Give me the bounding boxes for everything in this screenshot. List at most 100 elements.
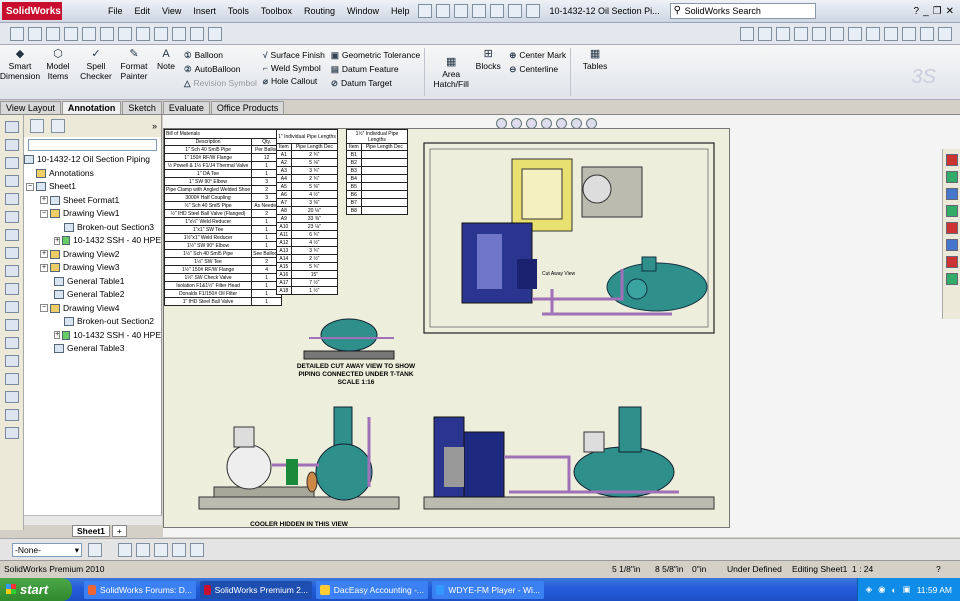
toolbar-icon[interactable] xyxy=(758,26,772,41)
tab-view-layout[interactable]: View Layout xyxy=(0,101,61,114)
start-button[interactable]: start xyxy=(0,578,72,601)
close-icon[interactable]: ✕ xyxy=(946,6,954,17)
layer-properties-icon[interactable] xyxy=(88,542,102,557)
length-row[interactable]: A12 4 ½" xyxy=(276,238,339,247)
bom-row[interactable]: 1"x½" Weld Reducer 1 xyxy=(163,217,283,226)
tool-icon[interactable] xyxy=(4,283,19,295)
length-row[interactable]: A11 6 ¾" xyxy=(276,230,339,239)
file-explorer-icon[interactable] xyxy=(945,188,958,200)
traffic-light-icon[interactable] xyxy=(525,4,540,18)
length-row[interactable]: A10 23 ⅛" xyxy=(276,222,339,231)
menu-tools[interactable]: Tools xyxy=(222,0,255,23)
toolbar-icon[interactable] xyxy=(10,26,24,41)
bom-row[interactable]: ½ Powell & 1½ F1/J4 Thermal Valve 1 xyxy=(163,161,283,170)
length-row[interactable]: A9 33 ⅜" xyxy=(276,214,339,223)
tool-icon[interactable] xyxy=(4,247,19,259)
line-color-icon[interactable] xyxy=(118,542,132,557)
length-row[interactable]: B7 xyxy=(346,198,409,207)
bom-row[interactable]: 3000# Half Coupling 3 xyxy=(163,193,283,202)
balloon-button[interactable]: ① Balloon xyxy=(184,50,257,61)
surface-finish-button[interactable]: √ Surface Finish xyxy=(263,50,325,60)
tray-icon[interactable]: ◈ xyxy=(866,584,873,595)
toolbar-icon[interactable] xyxy=(830,26,844,41)
tree-drawing-view4[interactable]: − Drawing View4 xyxy=(24,302,161,316)
collapse-icon[interactable]: − xyxy=(40,209,48,218)
appearances-icon[interactable] xyxy=(945,239,958,251)
taskbar-item-solidworks[interactable]: SolidWorks Premium 2... xyxy=(200,580,312,599)
tables-button[interactable]: ▦ Tables xyxy=(577,48,613,71)
length-row[interactable]: A3 3 ¾" xyxy=(276,166,339,175)
tree-general-table1[interactable]: General Table1 xyxy=(24,275,161,289)
select-icon[interactable] xyxy=(507,4,522,18)
clock[interactable]: 11:59 AM xyxy=(917,585,952,595)
toolbar-icon[interactable] xyxy=(812,26,826,41)
forum-icon[interactable] xyxy=(945,273,958,285)
bom-row[interactable]: 1"x1" SW Tee 1 xyxy=(163,225,283,234)
tool-icon[interactable] xyxy=(4,193,19,205)
save-icon[interactable] xyxy=(453,4,468,18)
toolbar-icon[interactable] xyxy=(776,26,790,41)
toolbar-icon[interactable] xyxy=(28,26,42,41)
detail-view[interactable] xyxy=(294,313,414,363)
toolbar-icon[interactable] xyxy=(118,26,132,41)
taskbar-item-player[interactable]: WDYE-FM Player - Wi... xyxy=(432,580,544,599)
bom-row[interactable]: Pipe Clamp with Angled Welded Shoe 2 xyxy=(163,185,283,194)
line-thickness-icon[interactable] xyxy=(136,542,150,557)
length-row[interactable]: B5 xyxy=(346,182,409,191)
collapse-icon[interactable]: − xyxy=(26,182,34,191)
bom-row[interactable]: 1½" SW Tee 2 xyxy=(163,257,283,266)
layer-select[interactable]: -None- xyxy=(12,542,82,557)
tree-drawing-view1[interactable]: − Drawing View1 xyxy=(24,207,161,221)
menu-edit[interactable]: Edit xyxy=(129,0,157,23)
toolbar-icon[interactable] xyxy=(208,26,222,41)
length-row[interactable]: A13 3 ¾" xyxy=(276,246,339,255)
pipe-length-table-1[interactable]: 1" Individual Pipe Lengths Item Pipe Leng… xyxy=(276,129,339,295)
length-row[interactable]: A17 7 ½" xyxy=(276,278,339,287)
tool-icon[interactable] xyxy=(4,391,19,403)
toolbar-icon[interactable] xyxy=(938,26,952,41)
drawing-view-top[interactable]: Cut Away View xyxy=(422,139,722,339)
tree-filter-input[interactable] xyxy=(28,139,157,151)
expand-icon[interactable]: + xyxy=(40,250,48,259)
toolbar-icon[interactable] xyxy=(172,26,186,41)
tool-icon[interactable] xyxy=(4,211,19,223)
menu-help[interactable]: Help xyxy=(385,0,416,23)
line-style-icon[interactable] xyxy=(154,542,168,557)
menu-view[interactable]: View xyxy=(156,0,187,23)
volume-icon[interactable]: ◐ xyxy=(892,585,897,595)
toolbar-icon[interactable] xyxy=(848,26,862,41)
autoballoon-button[interactable]: ② AutoBalloon xyxy=(184,64,257,75)
tool-icon[interactable] xyxy=(4,121,19,133)
length-row[interactable]: B2 xyxy=(346,158,409,167)
length-row[interactable]: B4 xyxy=(346,174,409,183)
tool-icon[interactable] xyxy=(4,229,19,241)
length-row[interactable]: A8 20 ⅛" xyxy=(276,206,339,215)
bom-row[interactable]: Donalds F1/150# Oil Filter 1 xyxy=(163,289,283,298)
length-row[interactable]: A18 1 ½" xyxy=(276,286,339,295)
sheet-scale[interactable]: 1 : 24 xyxy=(852,564,873,574)
format-painter-button[interactable]: ✎ Format Painter xyxy=(116,48,152,81)
tool-icon[interactable] xyxy=(4,355,19,367)
toolbar-icon[interactable] xyxy=(100,26,114,41)
length-row[interactable]: A1 2 ¾" xyxy=(276,150,339,159)
length-row[interactable]: A16 15" xyxy=(276,270,339,279)
drawing-view-right[interactable] xyxy=(419,397,719,521)
tool-icon[interactable] xyxy=(4,319,19,331)
geometric-tolerance-button[interactable]: ▣ Geometric Tolerance xyxy=(331,50,420,61)
model-items-button[interactable]: ⬡ Model Items xyxy=(40,48,76,81)
tool-icon[interactable] xyxy=(4,337,19,349)
toolbar-icon[interactable] xyxy=(154,26,168,41)
toolbar-icon[interactable] xyxy=(82,26,96,41)
bom-row[interactable]: 1½" SW 90° Elbow 1 xyxy=(163,241,283,250)
tree-drawing-view2[interactable]: + Drawing View2 xyxy=(24,248,161,262)
tree-scrollbar[interactable] xyxy=(24,515,162,525)
tool-icon[interactable] xyxy=(4,175,19,187)
tab-evaluate[interactable]: Evaluate xyxy=(162,101,210,114)
tree-sheet1[interactable]: − Sheet1 xyxy=(24,180,161,194)
length-row[interactable]: A7 3 ⅜" xyxy=(276,198,339,207)
datum-target-button[interactable]: ⊘ Datum Target xyxy=(331,78,420,89)
status-help-button[interactable]: ? xyxy=(936,564,941,574)
search-results-icon[interactable] xyxy=(945,205,958,217)
expand-icon[interactable]: + xyxy=(40,263,48,272)
collapse-icon[interactable]: − xyxy=(40,304,48,313)
